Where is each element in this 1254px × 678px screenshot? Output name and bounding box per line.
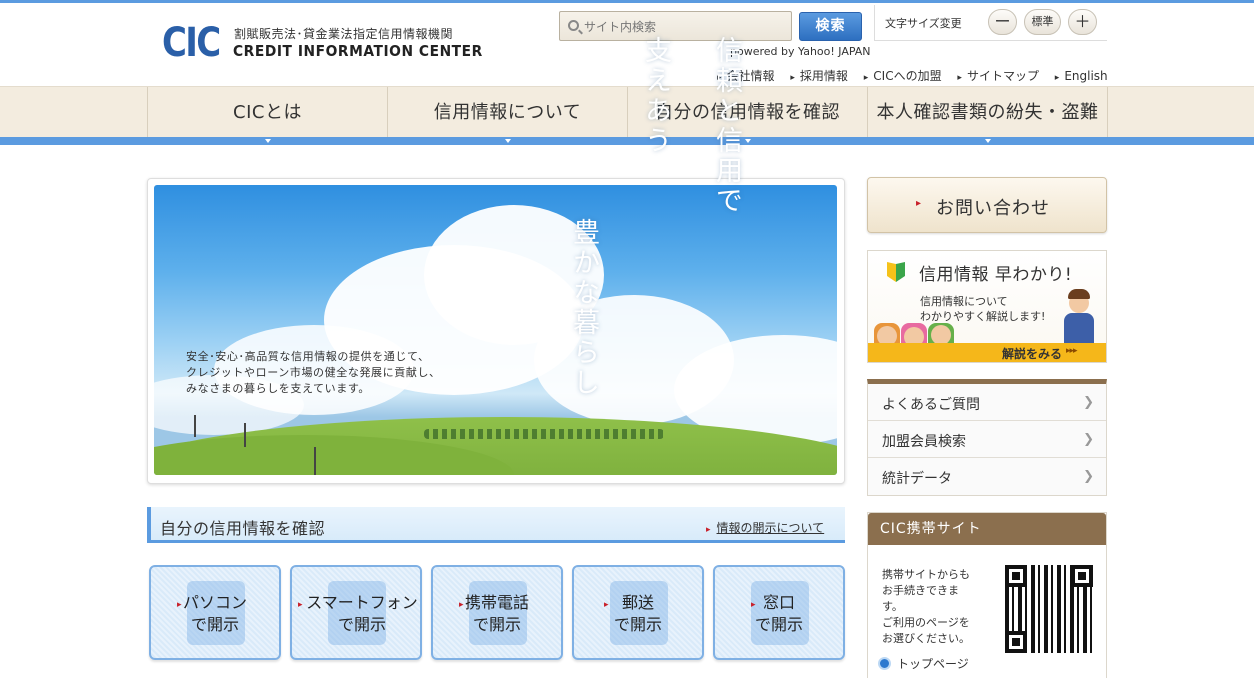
triple-arrow-icon: ▸▸▸ (1066, 346, 1078, 356)
beginner-mark-icon (887, 262, 905, 282)
hero-headline-3: 豊かな暮らし (568, 218, 599, 398)
org-subtitle: 割賦販売法･貸金業法指定信用情報機関 (234, 27, 454, 41)
link-join[interactable]: CICへの加盟 (864, 69, 942, 83)
nav-lost-id-documents[interactable]: 本人確認書類の紛失・盗難 (867, 87, 1107, 145)
menu-item-label: 加盟会員検索 (882, 434, 966, 450)
fontsize-decrease-button[interactable]: ー (988, 9, 1017, 35)
nav-divider (1107, 87, 1108, 145)
fontsize-label: 文字サイズ変更 (885, 17, 962, 30)
hero-headline-2: 支えあう (640, 36, 671, 156)
nav-label: 信用情報について (433, 102, 582, 123)
sidebar-menu: よくあるご質問 ❯ 加盟会員検索 ❯ 統計データ ❯ (867, 379, 1107, 496)
link-english[interactable]: English (1055, 69, 1108, 83)
powered-by-text: powered by Yahoo! JAPAN (730, 45, 871, 58)
menu-item-member-search[interactable]: 加盟会員検索 ❯ (868, 421, 1106, 458)
button-label: パソコン で開示 (182, 593, 247, 634)
qr-corner (1071, 565, 1093, 587)
banner-subtitle: 信用情報について わかりやすく解説します! (920, 295, 1046, 323)
fontsize-standard-button[interactable]: 標準 (1024, 9, 1061, 35)
cic-logo[interactable]: CIC (162, 19, 221, 67)
nav-credit-info[interactable]: 信用情報について (387, 87, 627, 145)
mobile-site-text: 携帯サイトからも お手続きできま す。 ご利用のページを お選びください。 (882, 568, 970, 645)
banner-title: 信用情報 早わかり! (919, 265, 1073, 285)
search-icon (568, 20, 579, 31)
radio-label: トップページ (897, 657, 969, 671)
link-sitemap[interactable]: サイトマップ (957, 69, 1039, 83)
chevron-right-icon: ❯ (1083, 432, 1094, 447)
disclose-counter-button[interactable]: ▸ 窓口 で開示 (713, 565, 845, 660)
credit-info-guide-banner[interactable]: 信用情報 早わかり! 信用情報について わかりやすく解説します! 解説をみる ▸… (867, 250, 1107, 363)
dropdown-arrow-icon (265, 139, 271, 143)
menu-item-statistics[interactable]: 統計データ ❯ (868, 458, 1106, 495)
nav-label: 自分の信用情報を確認 (655, 102, 840, 123)
lift-pole (244, 423, 246, 447)
disclose-pc-button[interactable]: ▸ パソコン で開示 (149, 565, 281, 660)
disclose-mobile-button[interactable]: ▸ 携帯電話 で開示 (431, 565, 563, 660)
dropdown-arrow-icon (505, 139, 511, 143)
search-box[interactable] (559, 11, 792, 41)
disclosure-info-link[interactable]: 情報の開示について (706, 519, 825, 536)
org-name: CREDIT INFORMATION CENTER (233, 42, 483, 60)
hero-image (154, 185, 837, 475)
mobile-site-title: CIC携帯サイト (868, 513, 1106, 545)
button-label: スマートフォン で開示 (306, 593, 418, 634)
nav-label: 本人確認書類の紛失・盗難 (876, 102, 1099, 123)
banner-cta-label: 解説をみる (1002, 347, 1063, 361)
banner-cta-bar: 解説をみる ▸▸▸ (868, 343, 1106, 362)
radio-top-page[interactable] (878, 657, 891, 670)
disclose-mail-button[interactable]: ▸ 郵送 で開示 (572, 565, 704, 660)
dropdown-arrow-icon (985, 139, 991, 143)
hero-description: 安全･安心･高品質な信用情報の提供を通じて、 クレジットやローン市場の健全な発展… (186, 350, 441, 395)
lift-pole (194, 415, 196, 437)
tree-line (424, 429, 664, 439)
guide-person-hair (1068, 289, 1090, 299)
menu-item-label: よくあるご質問 (882, 397, 980, 413)
red-marker-icon: ▸ (916, 198, 923, 209)
menu-item-faq[interactable]: よくあるご質問 ❯ (868, 384, 1106, 421)
button-label: 携帯電話 で開示 (464, 593, 529, 634)
chevron-right-icon: ❯ (1083, 395, 1094, 410)
global-nav: CICとは 信用情報について 自分の信用情報を確認 本人確認書類の紛失・盗難 (0, 86, 1254, 145)
lift-pole (314, 447, 316, 475)
guide-person-illustration (1064, 313, 1094, 343)
nav-label: CICとは (233, 102, 302, 123)
menu-item-label: 統計データ (882, 471, 952, 487)
contact-label: お問い合わせ (936, 198, 1050, 219)
fontsize-increase-button[interactable]: ＋ (1068, 9, 1097, 35)
button-label: 窓口 で開示 (754, 593, 803, 634)
dropdown-arrow-icon (745, 139, 751, 143)
link-recruit[interactable]: 採用情報 (790, 69, 848, 83)
section-title: 自分の信用情報を確認 (160, 519, 326, 538)
qr-code-icon (1005, 565, 1093, 653)
hero-headline-1: 信頼と信用で (711, 36, 742, 216)
nav-about-cic[interactable]: CICとは (147, 87, 387, 145)
qr-corner (1005, 565, 1027, 587)
disclose-smartphone-button[interactable]: ▸ スマートフォン で開示 (290, 565, 422, 660)
search-button[interactable]: 検索 (799, 12, 862, 41)
header-links: 会社情報 採用情報 CICへの加盟 サイトマップ English (717, 67, 1120, 84)
person-face (931, 325, 951, 345)
contact-button[interactable]: ▸ お問い合わせ (867, 177, 1107, 233)
search-input[interactable] (584, 17, 784, 37)
button-label: 郵送 で開示 (613, 593, 662, 634)
top-accent-line (0, 0, 1254, 3)
chevron-right-icon: ❯ (1083, 469, 1094, 484)
qr-corner (1005, 631, 1027, 653)
mobile-site-panel: CIC携帯サイト 携帯サイトからも お手続きできま す。 ご利用のページを お選… (867, 512, 1107, 678)
logo-text: CIC (162, 20, 221, 66)
